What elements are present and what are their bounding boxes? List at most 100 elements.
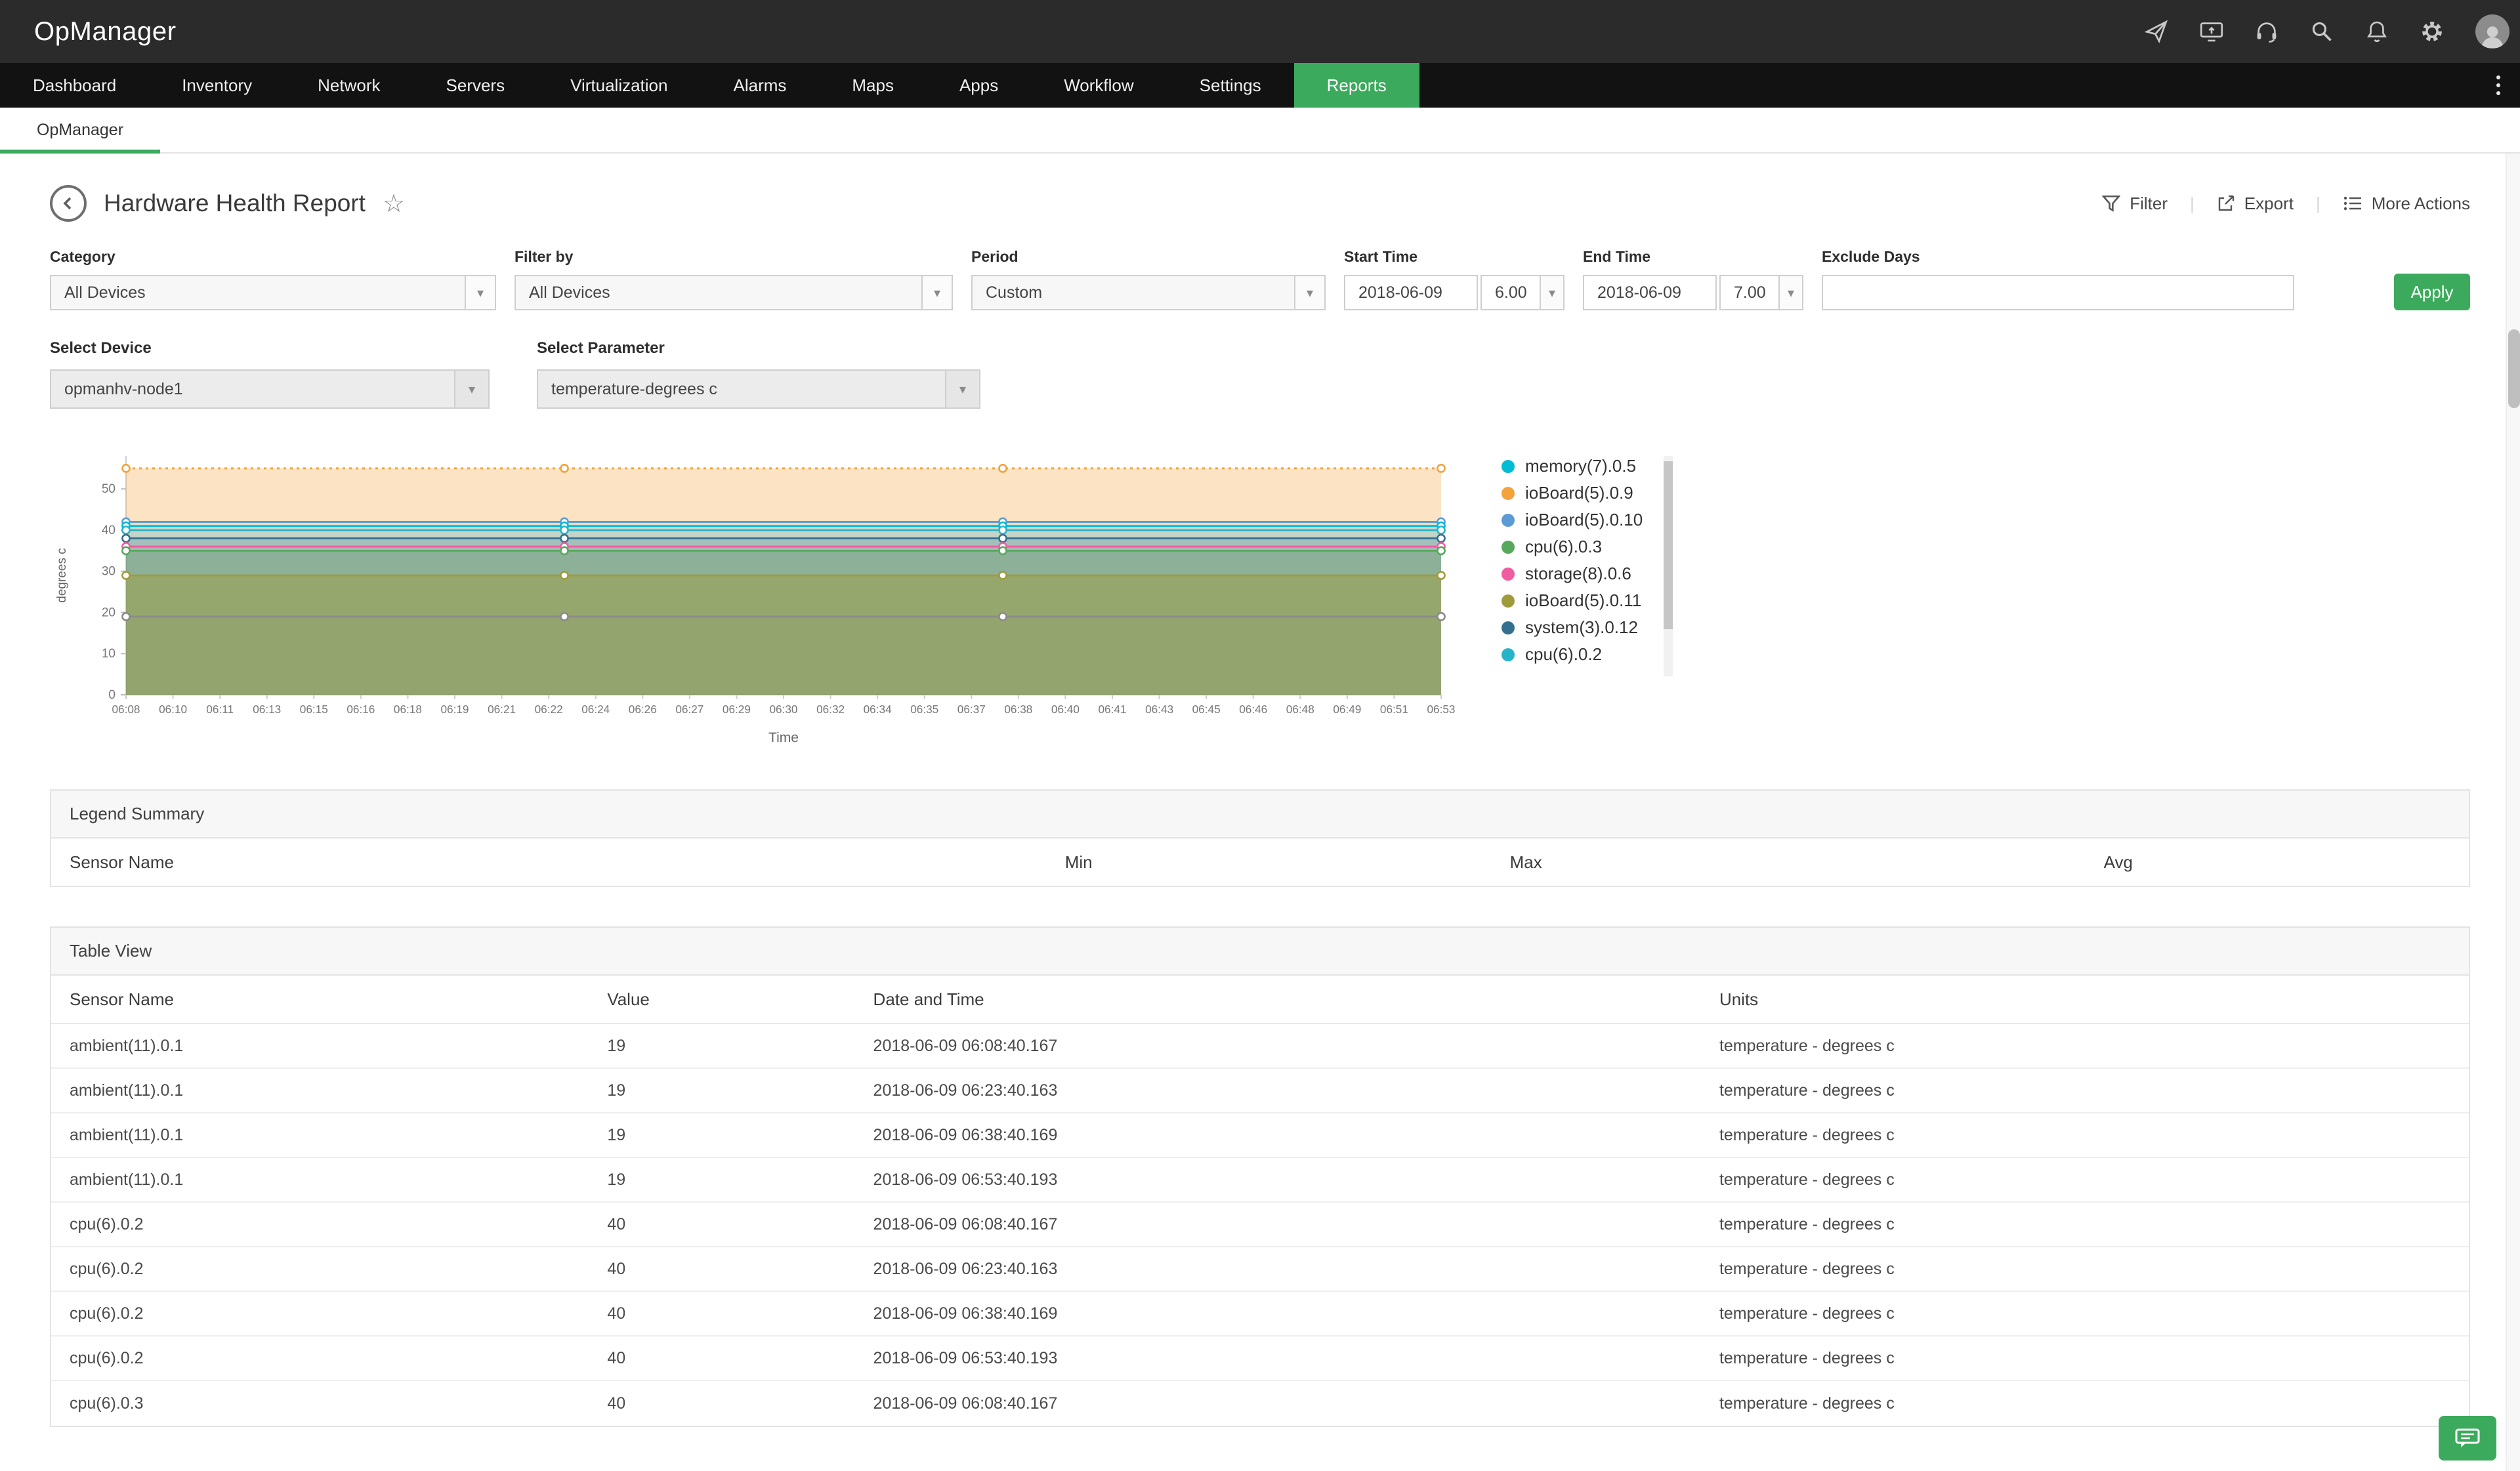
legend-label: ioBoard(5).0.9 <box>1525 483 1633 503</box>
table-column-header: Value <box>607 989 873 1010</box>
opmanager-logo: OpManager <box>34 17 177 47</box>
table-row: cpu(6).0.2402018-06-09 06:38:40.169tempe… <box>51 1292 2469 1336</box>
nav-item-virtualization[interactable]: Virtualization <box>537 63 700 108</box>
search-icon[interactable] <box>2310 20 2334 43</box>
user-avatar-icon[interactable] <box>2475 14 2510 49</box>
action-separator: | <box>2316 194 2320 214</box>
parameter-value: temperature-degrees c <box>538 380 945 399</box>
table-cell: 19 <box>607 1171 873 1190</box>
select-parameter-label: Select Parameter <box>537 339 980 358</box>
screen-broadcast-icon[interactable] <box>2200 20 2223 43</box>
nav-item-alarms[interactable]: Alarms <box>700 63 819 108</box>
filter-by-select[interactable]: All Devices ▾ <box>514 275 953 310</box>
send-icon[interactable] <box>2145 20 2168 43</box>
filter-button[interactable]: Filter <box>2102 194 2168 214</box>
svg-text:06:51: 06:51 <box>1380 703 1408 716</box>
table-row: cpu(6).0.2402018-06-09 06:08:40.167tempe… <box>51 1203 2469 1247</box>
table-cell: 2018-06-09 06:08:40.167 <box>873 1394 1719 1413</box>
start-date-input[interactable]: 2018-06-09 <box>1344 275 1478 310</box>
nav-item-reports[interactable]: Reports <box>1294 63 1419 108</box>
table-cell: 19 <box>607 1081 873 1100</box>
legend-item[interactable]: ioBoard(5).0.9 <box>1502 483 1643 503</box>
table-cell: cpu(6).0.2 <box>51 1215 607 1234</box>
legend-item[interactable]: memory(7).0.5 <box>1502 456 1643 476</box>
legend-item[interactable]: system(3).0.12 <box>1502 617 1643 638</box>
end-date-input[interactable]: 2018-06-09 <box>1583 275 1717 310</box>
nav-item-servers[interactable]: Servers <box>413 63 538 108</box>
svg-text:30: 30 <box>102 565 116 579</box>
parameter-select[interactable]: temperature-degrees c ▾ <box>537 369 980 409</box>
nav-item-settings[interactable]: Settings <box>1167 63 1294 108</box>
legend-dot <box>1502 541 1515 554</box>
exclude-days-group: Exclude Days <box>1822 248 2294 310</box>
favorite-star-icon[interactable]: ☆ <box>383 189 405 218</box>
legend-item[interactable]: cpu(6).0.3 <box>1502 537 1643 557</box>
table-cell: ambient(11).0.1 <box>51 1081 607 1100</box>
bell-icon[interactable] <box>2365 20 2389 43</box>
tab-opmanager[interactable]: OpManager <box>0 108 160 152</box>
exclude-days-input[interactable] <box>1822 275 2294 310</box>
table-cell: 2018-06-09 06:53:40.193 <box>873 1349 1719 1368</box>
legend-item[interactable]: storage(8).0.6 <box>1502 564 1643 584</box>
period-select[interactable]: Custom ▾ <box>971 275 1326 310</box>
device-select[interactable]: opmanhv-node1 ▾ <box>50 369 490 409</box>
table-cell: temperature - degrees c <box>1719 1081 2469 1100</box>
svg-text:06:43: 06:43 <box>1145 703 1173 716</box>
table-cell: 19 <box>607 1037 873 1056</box>
temperature-chart: 0102030405006:0806:1006:1106:1306:1506:1… <box>50 445 1467 750</box>
report-content: Hardware Health Report ☆ Filter | Export… <box>0 185 2520 1427</box>
export-button[interactable]: Export <box>2217 194 2294 214</box>
table-cell: 2018-06-09 06:08:40.167 <box>873 1215 1719 1234</box>
sub-tab-bar: OpManager <box>0 108 2520 154</box>
topbar-icon-group <box>2145 14 2520 49</box>
summary-column-header: Max <box>1284 852 1768 873</box>
table-column-header: Sensor Name <box>51 989 607 1010</box>
start-time-label: Start Time <box>1344 248 1564 266</box>
nav-item-workflow[interactable]: Workflow <box>1031 63 1166 108</box>
nav-item-inventory[interactable]: Inventory <box>149 63 285 108</box>
apply-button[interactable]: Apply <box>2394 274 2470 310</box>
svg-text:degrees c: degrees c <box>55 548 69 602</box>
more-actions-button-label: More Actions <box>2372 194 2470 214</box>
legend-dot <box>1502 487 1515 500</box>
category-select[interactable]: All Devices ▾ <box>50 275 496 310</box>
category-label: Category <box>50 248 496 266</box>
svg-text:06:49: 06:49 <box>1333 703 1361 716</box>
start-time-select[interactable]: 6.00 ▾ <box>1480 275 1564 310</box>
table-cell: temperature - degrees c <box>1719 1171 2469 1190</box>
svg-text:06:37: 06:37 <box>957 703 986 716</box>
title-actions: Filter | Export | More Actions <box>2102 194 2470 214</box>
table-cell: 19 <box>607 1126 873 1145</box>
svg-text:06:22: 06:22 <box>535 703 563 716</box>
nav-item-dashboard[interactable]: Dashboard <box>0 63 149 108</box>
nav-item-network[interactable]: Network <box>285 63 413 108</box>
chat-widget-button[interactable] <box>2439 1416 2496 1461</box>
back-button[interactable] <box>50 185 87 222</box>
table-row: cpu(6).0.2402018-06-09 06:23:40.163tempe… <box>51 1247 2469 1292</box>
health-chart-svg: 0102030405006:0806:1006:1106:1306:1506:1… <box>50 445 1467 750</box>
headset-icon[interactable] <box>2255 20 2278 43</box>
svg-text:20: 20 <box>102 606 116 619</box>
legend-scrollbar-thumb[interactable] <box>1664 461 1673 629</box>
svg-text:06:26: 06:26 <box>629 703 657 716</box>
table-cell: 40 <box>607 1215 873 1234</box>
nav-item-apps[interactable]: Apps <box>927 63 1031 108</box>
table-view-title: Table View <box>51 928 2469 976</box>
table-view-section: Table View Sensor NameValueDate and Time… <box>50 926 2470 1427</box>
legend-item[interactable]: ioBoard(5).0.11 <box>1502 590 1643 611</box>
filter-by-value: All Devices <box>516 283 921 302</box>
end-time-select[interactable]: 7.00 ▾ <box>1719 275 1803 310</box>
more-actions-button[interactable]: More Actions <box>2343 194 2470 214</box>
svg-text:06:45: 06:45 <box>1192 703 1221 716</box>
gear-icon[interactable] <box>2420 20 2444 43</box>
table-column-header: Units <box>1719 989 2469 1010</box>
legend-label: cpu(6).0.2 <box>1525 644 1602 665</box>
svg-text:06:24: 06:24 <box>581 703 610 716</box>
vertical-dots-icon[interactable] <box>2477 63 2520 108</box>
page-scrollbar-thumb[interactable] <box>2508 329 2520 408</box>
table-cell: 2018-06-09 06:23:40.163 <box>873 1260 1719 1279</box>
nav-item-maps[interactable]: Maps <box>819 63 927 108</box>
legend-item[interactable]: ioBoard(5).0.10 <box>1502 510 1643 530</box>
legend-summary-section: Legend Summary Sensor NameMinMaxAvg <box>50 789 2470 887</box>
legend-item[interactable]: cpu(6).0.2 <box>1502 644 1643 665</box>
